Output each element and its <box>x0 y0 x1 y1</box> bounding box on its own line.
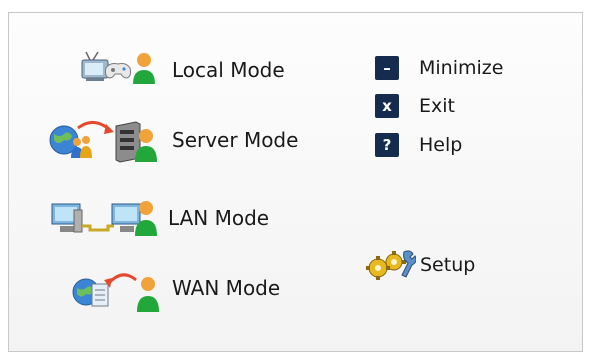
minimize-button[interactable]: – Minimize <box>375 56 503 80</box>
lan-mode-icon <box>50 196 160 240</box>
exit-label: Exit <box>419 95 455 117</box>
exit-button[interactable]: x Exit <box>375 94 455 118</box>
help-button[interactable]: ? Help <box>375 133 462 157</box>
local-mode-button[interactable]: Local Mode <box>80 48 285 92</box>
local-mode-icon <box>80 48 164 92</box>
minimize-icon: – <box>375 56 399 80</box>
local-mode-label: Local Mode <box>172 58 285 82</box>
setup-label: Setup <box>420 254 476 276</box>
setup-button[interactable]: Setup <box>366 248 475 282</box>
wan-mode-button[interactable]: WAN Mode <box>70 266 281 312</box>
close-icon: x <box>375 94 399 118</box>
help-icon: ? <box>375 133 399 157</box>
wan-mode-label: WAN Mode <box>172 276 281 300</box>
wan-mode-icon <box>70 266 164 312</box>
server-mode-label: Server Mode <box>172 128 299 152</box>
lan-mode-button[interactable]: LAN Mode <box>50 196 269 240</box>
minimize-label: Minimize <box>419 57 504 79</box>
server-mode-button[interactable]: Server Mode <box>48 118 299 163</box>
gears-wrench-icon <box>366 248 416 282</box>
help-label: Help <box>419 134 463 156</box>
server-mode-icon <box>48 118 164 163</box>
lan-mode-label: LAN Mode <box>168 206 270 230</box>
